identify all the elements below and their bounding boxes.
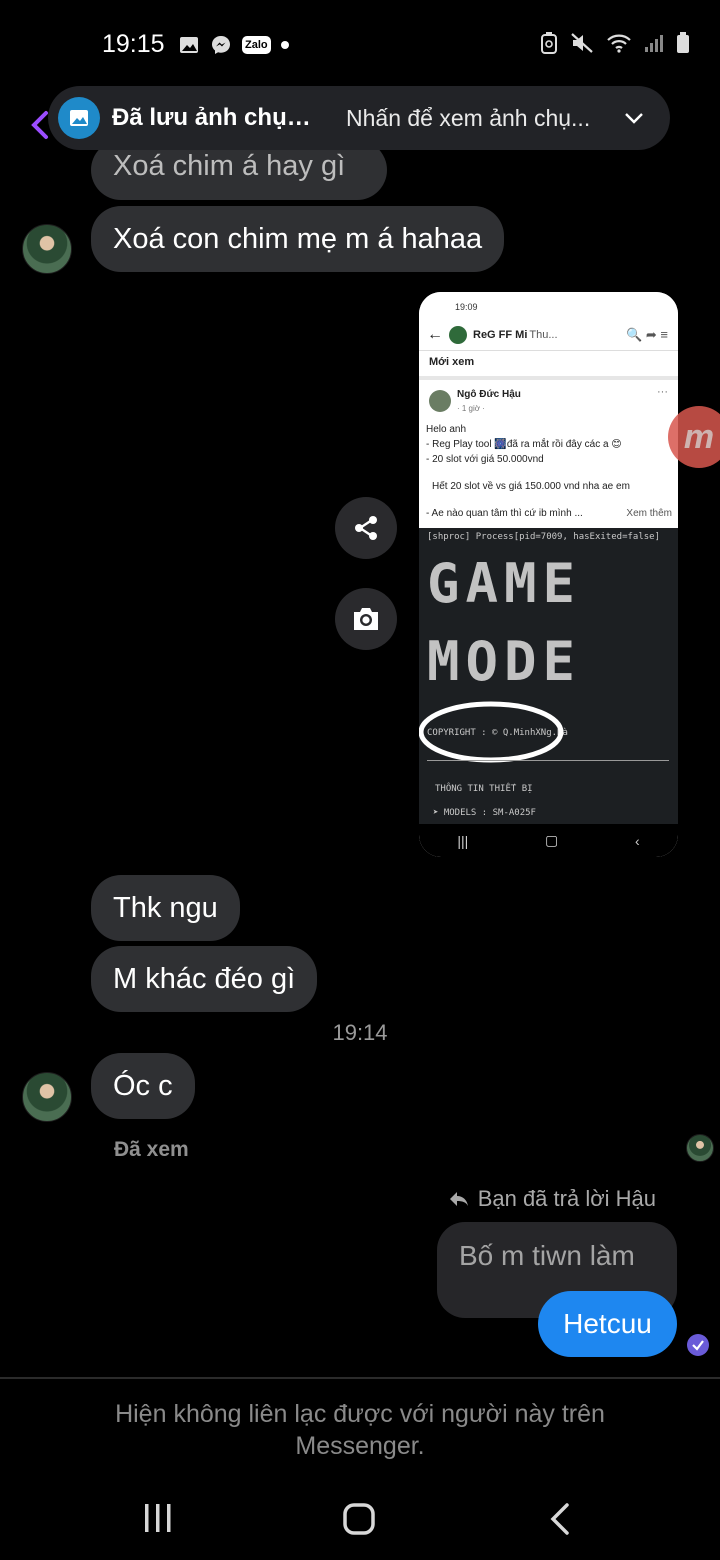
screenshot-saved-toast[interactable]: Đã lưu ảnh chụp... Nhấn để xem ảnh chụ..… <box>48 86 670 150</box>
message-text: Thk ngu <box>113 891 218 924</box>
shot-meta: · 1 giờ · <box>457 404 485 413</box>
message-text: Óc c <box>113 1069 173 1102</box>
share-icon <box>355 516 377 540</box>
message-bubble[interactable]: Xoá con chim mẹ m á hahaa <box>91 206 505 272</box>
shot-menu-icon: 🔍 ➦ ≡ <box>626 327 668 342</box>
shot-post-line: Hết 20 slot về vs giá 150.000 vnd nha ae… <box>432 481 630 492</box>
reply-icon <box>449 1192 468 1206</box>
camera-button[interactable] <box>335 588 397 650</box>
partial-message-text: Xoá chim á hay gì <box>113 150 346 182</box>
shot-recents-icon: ||| <box>457 832 469 849</box>
shot-ascii-1: GAME <box>427 552 582 615</box>
recents-icon[interactable] <box>142 1502 174 1534</box>
shot-header: ← ReG FF Mi Thu... 🔍 ➦ ≡ <box>419 320 678 351</box>
shared-screenshot-image[interactable]: 19:09 ← ReG FF Mi Thu... 🔍 ➦ ≡ Mới xem N… <box>419 292 678 857</box>
camera-icon <box>354 608 378 630</box>
signal-icon <box>645 35 663 52</box>
shot-back-icon: ‹ <box>634 832 640 849</box>
status-system-icons <box>540 32 690 54</box>
zalo-icon: Zalo <box>242 36 271 54</box>
message-bubble[interactable]: Óc c <box>91 1053 195 1119</box>
shot-home-icon: ▢ <box>545 832 559 848</box>
shot-term-rule <box>427 760 669 761</box>
gallery-icon <box>58 97 100 139</box>
status-time: 19:15 <box>102 30 165 58</box>
outgoing-message-text: Hetcuu <box>563 1308 652 1339</box>
battery-saver-icon <box>541 32 557 54</box>
contact-avatar[interactable] <box>22 224 72 274</box>
message-text: Xoá con chim mẹ m á hahaa <box>113 222 483 255</box>
outgoing-message-bubble[interactable]: Hetcuu <box>538 1291 677 1357</box>
toast-title: Đã lưu ảnh chụp... <box>112 104 318 131</box>
shot-page-avatar <box>449 326 467 344</box>
shot-section: Mới xem <box>429 356 475 368</box>
unreachable-notice: Hiện không liên lạc được với người này t… <box>115 1400 605 1460</box>
reply-note: Bạn đã trả lời Hậu <box>448 1186 656 1212</box>
read-check-icon <box>687 1334 709 1356</box>
shot-author-avatar <box>429 390 451 412</box>
chevron-down-icon[interactable] <box>624 111 644 125</box>
share-button[interactable] <box>335 497 397 559</box>
battery-icon <box>677 32 689 53</box>
shot-nav-bar: ||| ▢ ‹ <box>419 824 678 857</box>
shot-status-time: 19:09 <box>455 302 478 312</box>
shot-post-line: - Reg Play tool 🎆đã ra mắt rồi đây các a… <box>426 439 622 450</box>
shot-divider <box>419 376 678 380</box>
message-bubble[interactable]: M khác đéo gì <box>91 946 318 1012</box>
image-icon <box>180 37 198 53</box>
shot-post-line: - 20 slot với giá 50.000vnd <box>426 454 544 465</box>
footer-divider <box>0 1377 720 1379</box>
mute-icon <box>571 33 593 53</box>
message-text: M khác đéo gì <box>113 962 296 995</box>
wifi-icon <box>607 34 631 53</box>
reply-quote-text: Bố m tiwn làm <box>459 1240 635 1271</box>
shot-page-name-tail: Thu... <box>529 329 558 341</box>
home-icon[interactable] <box>342 1502 376 1536</box>
messenger-icon <box>212 36 230 54</box>
contact-avatar[interactable] <box>22 1072 72 1122</box>
shot-author: Ngô Đức Hậu <box>457 389 521 400</box>
back-arrow-icon[interactable] <box>30 110 50 140</box>
back-icon[interactable] <box>548 1502 572 1536</box>
shot-back-icon: ← <box>427 326 443 343</box>
message-bubble[interactable]: Thk ngu <box>91 875 240 941</box>
seen-avatar <box>686 1134 714 1162</box>
shot-post-line: Helo anh <box>426 424 467 435</box>
timestamp-separator: 19:14 <box>332 1020 388 1045</box>
shot-circle-annotation <box>419 701 564 763</box>
dot-icon <box>280 41 289 49</box>
shot-page-name: ReG FF Mi <box>473 329 528 341</box>
reply-note-text: Bạn đã trả lời Hậu <box>477 1186 656 1211</box>
shot-see-more: Xem thêm <box>626 508 672 519</box>
shot-info-header: THÔNG TIN THIẾT BỊ <box>435 784 533 794</box>
reaction-letter: m <box>683 417 715 456</box>
seen-status: Đã xem <box>114 1138 189 1161</box>
shot-models: ➤ MODELS : SM-A025F <box>433 808 536 818</box>
shot-post-line: - Ae nào quan tâm thì cứ ib mình ... <box>426 508 583 519</box>
shot-more-icon: ··· <box>657 386 668 398</box>
system-navigation-bar <box>0 1480 720 1560</box>
screenshot-terminal: [shproc] Process[pid=7009, hasExited=fal… <box>419 528 678 824</box>
shot-post-body: Helo anh - Reg Play tool 🎆đã ra mắt rồi … <box>426 422 672 521</box>
status-notification-icons: Zalo <box>178 34 289 56</box>
shot-ascii-2: MODE <box>427 630 582 693</box>
shot-term-line: [shproc] Process[pid=7009, hasExited=fal… <box>427 532 660 542</box>
toast-subtitle: Nhấn để xem ảnh chụ... <box>346 104 591 131</box>
screenshot-facebook-post: 19:09 ← ReG FF Mi Thu... 🔍 ➦ ≡ Mới xem N… <box>419 292 678 528</box>
